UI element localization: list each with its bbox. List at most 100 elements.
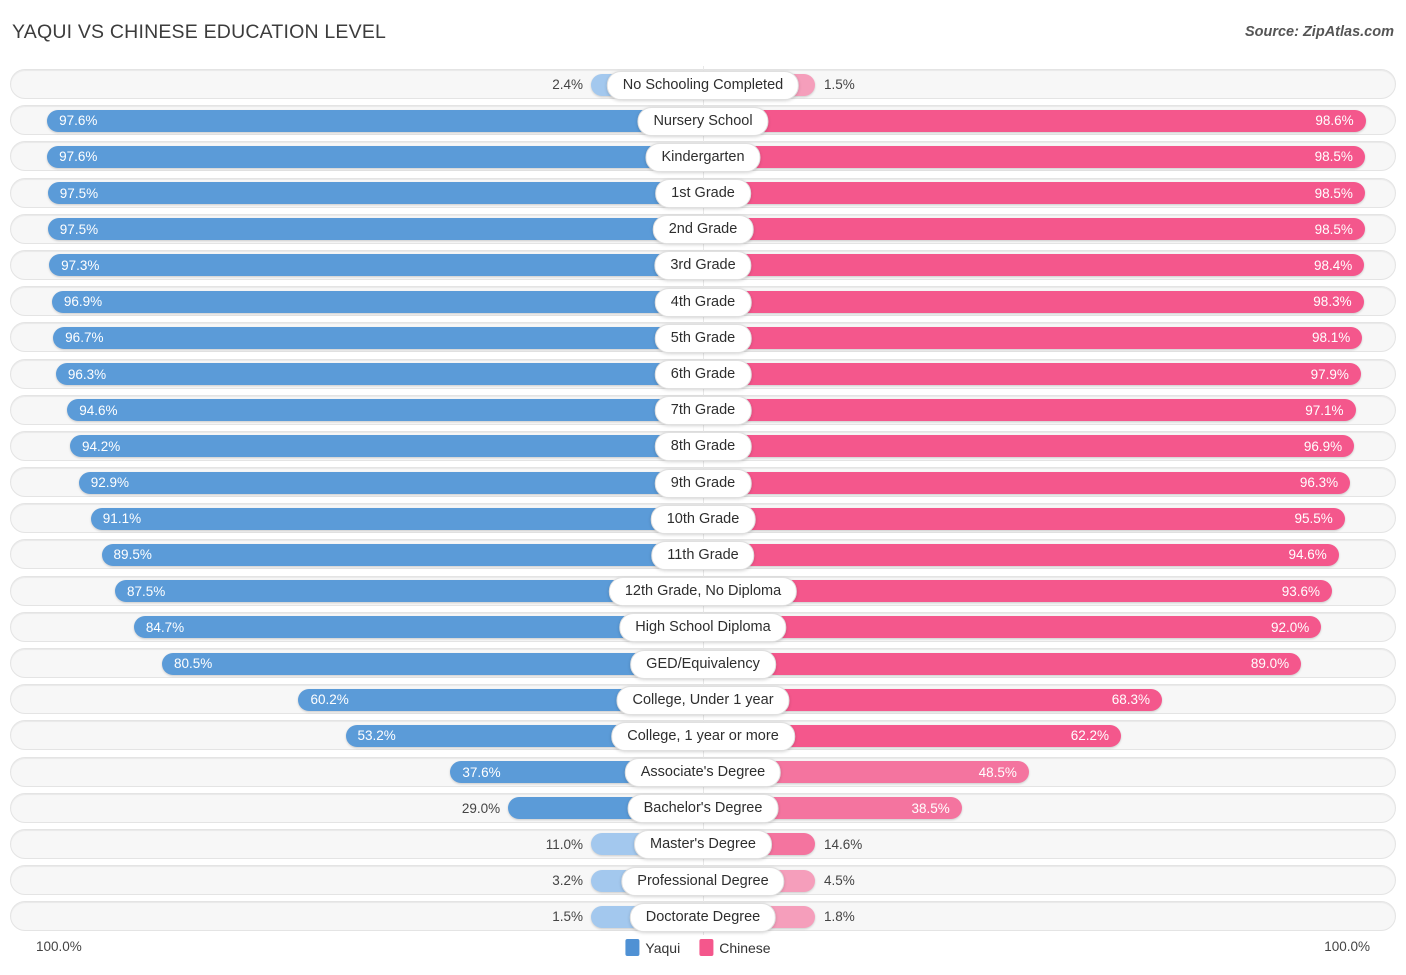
category-label[interactable]: 12th Grade, No Diploma <box>608 577 798 607</box>
bar-yaqui[interactable] <box>78 471 703 494</box>
bar-row[interactable]: 97.3% 98.4% 3rd Grade <box>10 246 1396 284</box>
bar-row[interactable]: 92.9% 96.3% 9th Grade <box>10 464 1396 501</box>
value-label-yaqui: 96.7% <box>65 330 104 346</box>
category-label[interactable]: Bachelor's Degree <box>627 794 779 824</box>
bar-chinese[interactable] <box>703 254 1365 277</box>
bar-row[interactable]: 94.6% 97.1% 7th Grade <box>10 391 1396 428</box>
bar-row[interactable]: 11.0% 14.6% Master's Degree <box>10 825 1396 863</box>
category-label[interactable]: Associate's Degree <box>624 758 782 788</box>
bar-row[interactable]: 89.5% 94.6% 11th Grade <box>10 536 1396 573</box>
value-label-chinese: 98.5% <box>1314 149 1353 165</box>
bar-row[interactable]: 84.7% 92.0% High School Diploma <box>10 608 1396 645</box>
value-label-chinese: 97.1% <box>1305 402 1344 418</box>
category-label[interactable]: 7th Grade <box>654 396 752 426</box>
category-label[interactable]: 11th Grade <box>651 540 755 570</box>
bar-chinese[interactable] <box>703 399 1356 422</box>
bar-yaqui[interactable] <box>162 652 703 675</box>
value-label-chinese: 92.0% <box>1270 619 1310 635</box>
value-label-yaqui: 3.2% <box>552 873 583 889</box>
bar-chinese[interactable] <box>703 580 1332 603</box>
bar-row[interactable]: 53.2% 62.2% College, 1 year or more <box>10 717 1396 754</box>
category-label[interactable]: 9th Grade <box>654 468 752 498</box>
axis-label-left: 100.0% <box>36 939 82 954</box>
bar-chinese[interactable] <box>703 435 1355 458</box>
category-label[interactable]: Professional Degree <box>621 866 785 896</box>
bar-row[interactable]: 97.6% 98.6% Nursery School <box>10 102 1396 139</box>
bar-chinese[interactable] <box>703 326 1363 349</box>
bar-yaqui[interactable] <box>47 109 703 132</box>
value-label-chinese: 96.3% <box>1299 475 1339 491</box>
bar-row[interactable]: 37.6% 48.5% Associate's Degree <box>10 753 1396 790</box>
bar-yaqui[interactable] <box>133 616 703 639</box>
legend-swatch-yaqui <box>625 939 640 956</box>
bar-row[interactable]: 80.5% 89.0% GED/Equivalency <box>10 645 1396 682</box>
value-label-yaqui: 80.5% <box>174 656 213 671</box>
value-label-yaqui: 60.2% <box>310 692 349 708</box>
category-label[interactable]: 6th Grade <box>654 360 752 389</box>
category-label[interactable]: Master's Degree <box>634 830 772 860</box>
legend-label-chinese: Chinese <box>719 939 771 956</box>
bar-yaqui[interactable] <box>47 145 703 168</box>
value-label-yaqui: 97.6% <box>59 113 98 129</box>
bar-row[interactable]: 60.2% 68.3% College, Under 1 year <box>10 681 1396 718</box>
bar-row[interactable]: 97.5% 98.5% 1st Grade <box>10 174 1396 211</box>
bar-yaqui[interactable] <box>90 507 703 530</box>
bar-yaqui[interactable] <box>47 218 703 241</box>
category-label[interactable]: 10th Grade <box>650 504 756 534</box>
bar-chinese[interactable] <box>703 218 1365 241</box>
bar-yaqui[interactable] <box>101 543 703 566</box>
value-label-chinese: 68.3% <box>1111 692 1150 708</box>
bar-chinese[interactable] <box>703 290 1364 313</box>
legend-item-yaqui[interactable]: Yaqui <box>625 939 680 956</box>
bar-yaqui[interactable] <box>53 326 703 349</box>
bar-chinese[interactable] <box>703 109 1366 132</box>
category-label[interactable]: 4th Grade <box>654 287 752 317</box>
bar-row[interactable]: 96.7% 98.1% 5th Grade <box>10 319 1396 356</box>
category-label[interactable]: 3rd Grade <box>654 251 752 281</box>
value-label-chinese: 98.1% <box>1311 330 1351 346</box>
bar-chinese[interactable] <box>703 652 1302 675</box>
bar-chinese[interactable] <box>703 363 1361 385</box>
axis-label-right: 100.0% <box>1324 939 1370 954</box>
bar-row[interactable]: 2.4% 1.5% No Schooling Completed <box>10 66 1396 103</box>
bar-row[interactable]: 96.3% 97.9% 6th Grade <box>10 355 1396 392</box>
bar-yaqui[interactable] <box>55 363 703 385</box>
value-label-yaqui: 29.0% <box>461 800 501 816</box>
legend-item-chinese[interactable]: Chinese <box>699 939 771 956</box>
category-label[interactable]: GED/Equivalency <box>630 649 776 679</box>
value-label-chinese: 98.5% <box>1314 221 1353 237</box>
bar-yaqui[interactable] <box>49 254 703 277</box>
bar-row[interactable]: 94.2% 96.9% 8th Grade <box>10 427 1396 465</box>
bar-yaqui[interactable] <box>51 290 703 313</box>
bar-yaqui[interactable] <box>69 435 703 458</box>
category-label[interactable]: Kindergarten <box>645 142 761 172</box>
bar-chinese[interactable] <box>703 145 1365 168</box>
category-label[interactable]: 8th Grade <box>654 432 752 462</box>
category-label[interactable]: 1st Grade <box>655 179 751 209</box>
bar-row[interactable]: 97.6% 98.5% Kindergarten <box>10 138 1396 175</box>
value-label-chinese: 97.9% <box>1310 366 1349 382</box>
category-label[interactable]: College, 1 year or more <box>611 721 795 751</box>
bar-chinese[interactable] <box>703 471 1351 494</box>
category-label[interactable]: College, Under 1 year <box>616 685 790 715</box>
bar-chinese[interactable] <box>703 182 1365 205</box>
category-label[interactable]: No Schooling Completed <box>606 70 800 100</box>
bar-chinese[interactable] <box>703 616 1322 639</box>
category-label[interactable]: 2nd Grade <box>652 215 754 245</box>
category-label[interactable]: Doctorate Degree <box>629 902 777 932</box>
bar-row[interactable]: 87.5% 93.6% 12th Grade, No Diploma <box>10 572 1396 609</box>
bar-row[interactable]: 91.1% 95.5% 10th Grade <box>10 500 1396 537</box>
category-label[interactable]: High School Diploma <box>619 613 787 643</box>
bar-chinese[interactable] <box>703 543 1339 566</box>
value-label-yaqui: 1.5% <box>552 909 583 925</box>
bar-yaqui[interactable] <box>47 182 703 205</box>
bar-row[interactable]: 96.9% 98.3% 4th Grade <box>10 283 1396 320</box>
bar-row[interactable]: 29.0% 38.5% Bachelor's Degree <box>10 789 1396 826</box>
category-label[interactable]: Nursery School <box>637 106 769 136</box>
bar-row[interactable]: 97.5% 98.5% 2nd Grade <box>10 210 1396 247</box>
bar-row[interactable]: 3.2% 4.5% Professional Degree <box>10 862 1396 899</box>
bar-chinese[interactable] <box>703 507 1345 530</box>
bar-row[interactable]: 1.5% 1.8% Doctorate Degree <box>10 898 1396 935</box>
category-label[interactable]: 5th Grade <box>654 323 752 353</box>
bar-yaqui[interactable] <box>67 399 703 422</box>
